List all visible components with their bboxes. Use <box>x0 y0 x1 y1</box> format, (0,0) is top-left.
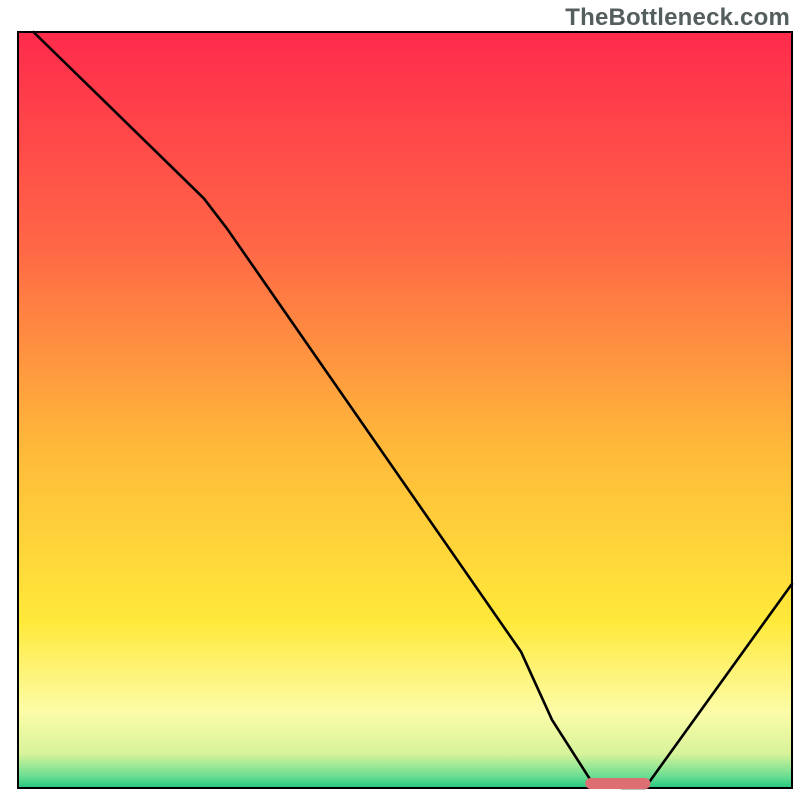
bottleneck-chart <box>0 0 800 800</box>
chart-background-gradient <box>18 32 792 788</box>
chart-container: TheBottleneck.com <box>0 0 800 800</box>
watermark-text: TheBottleneck.com <box>565 4 790 32</box>
